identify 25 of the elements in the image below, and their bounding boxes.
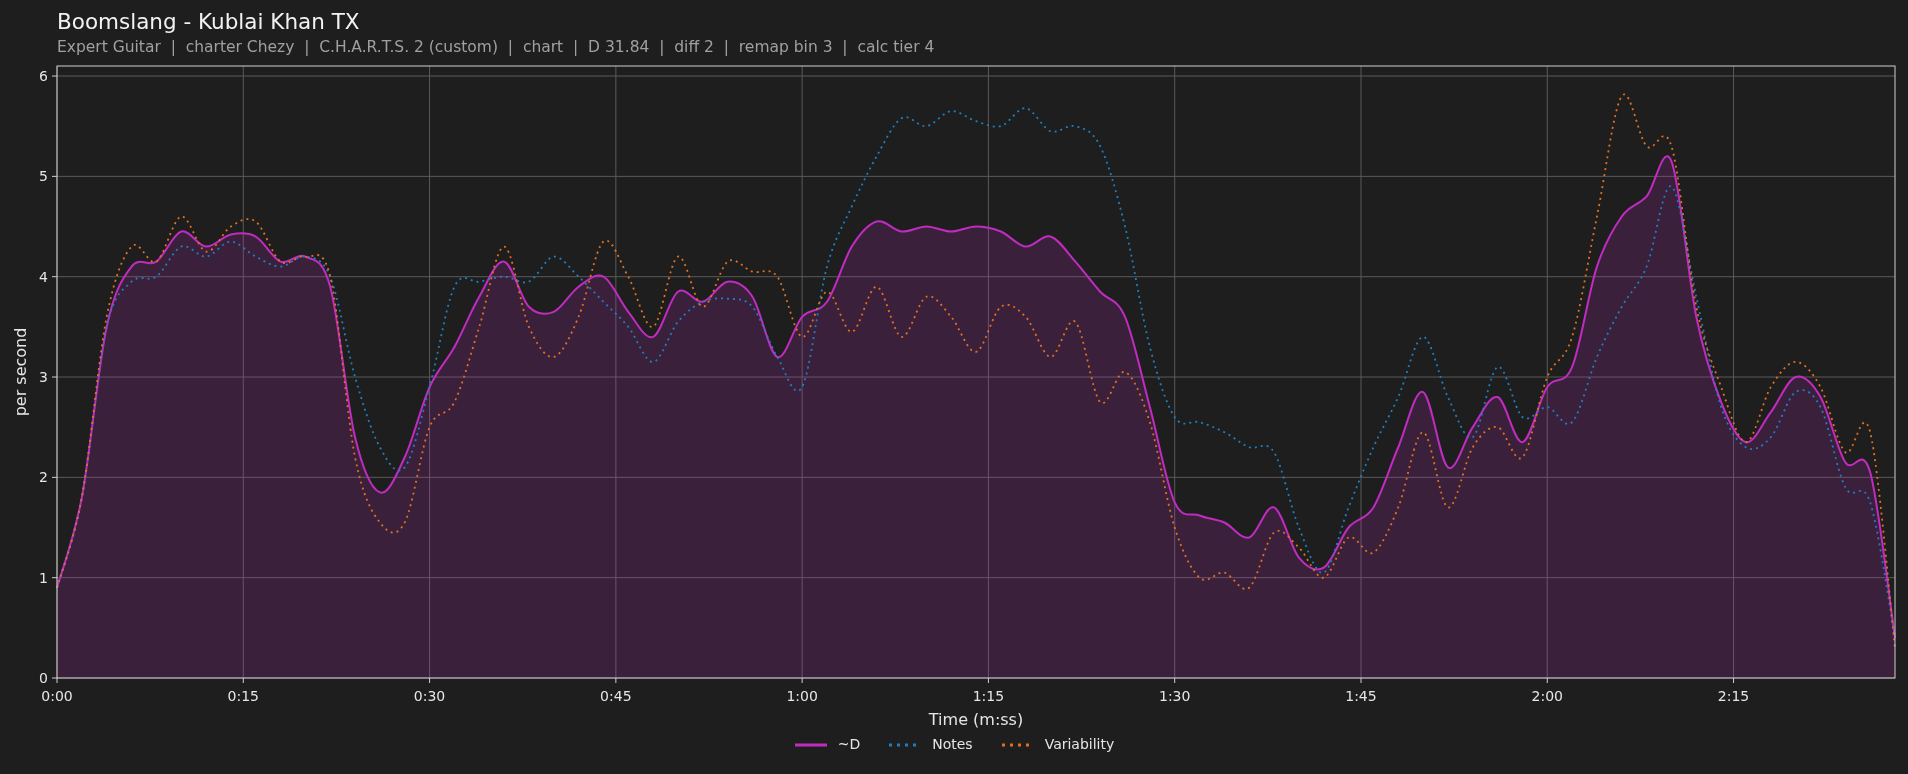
- y-tick-label: 6: [39, 68, 48, 85]
- x-axis-label: Time (m:ss): [928, 710, 1024, 729]
- y-tick-label: 1: [39, 569, 48, 586]
- chart-title: Boomslang - Kublai Khan TX: [57, 8, 360, 36]
- y-axis-label: per second: [11, 327, 30, 417]
- x-tick-label: 0:30: [413, 688, 446, 704]
- x-tick-label: 2:00: [1531, 688, 1563, 704]
- legend-line-icon: [793, 742, 828, 747]
- x-tick-label: 1:15: [972, 688, 1005, 704]
- x-tick-label: 0:15: [227, 688, 259, 704]
- legend-label: Variability: [1044, 735, 1115, 754]
- x-tick-label: 0:00: [41, 688, 73, 704]
- chart-subtitle: Expert Guitar | charter Chezy | C.H.A.R.T.S. 2 (custom) | chart | D 31.84 | diff 2 | remap bin 3 | calc tier 4: [57, 37, 935, 58]
- x-tick-label: 1:30: [1159, 688, 1191, 704]
- x-tick-label: 0:45: [600, 688, 632, 704]
- x-tick-label: 2:15: [1717, 688, 1750, 704]
- y-tick-label: 3: [39, 369, 48, 385]
- legend-label: Notes: [932, 735, 973, 754]
- x-tick-label: 1:00: [786, 688, 818, 704]
- legend-label: ~D: [837, 735, 861, 754]
- y-tick-label: 5: [39, 168, 48, 185]
- y-tick-label: 0: [39, 670, 48, 686]
- y-tick-label: 4: [39, 268, 48, 285]
- y-tick-label: 2: [39, 469, 48, 486]
- x-tick-label: 1:45: [1345, 688, 1377, 704]
